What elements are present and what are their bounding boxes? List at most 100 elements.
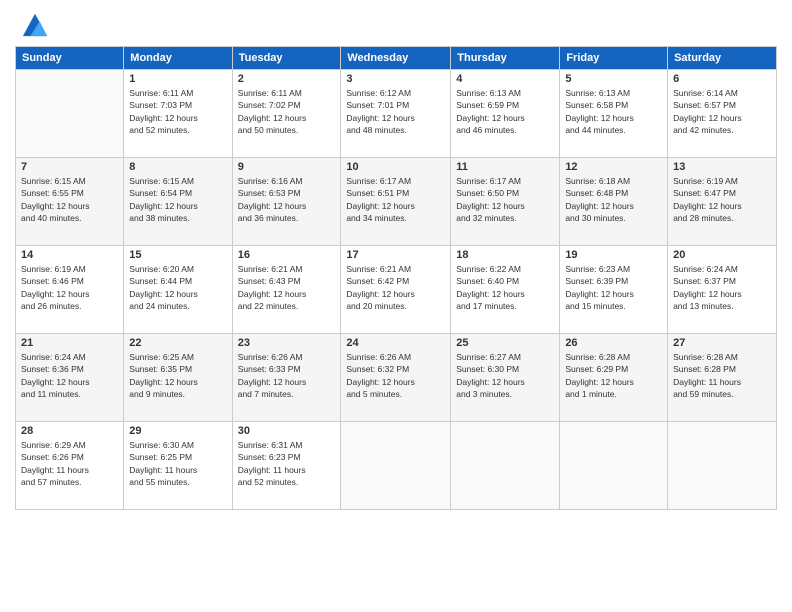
- calendar-cell: 2 Sunrise: 6:11 AMSunset: 7:02 PMDaylight…: [232, 70, 341, 158]
- col-header-thursday: Thursday: [451, 47, 560, 70]
- calendar-week-4: 21 Sunrise: 6:24 AMSunset: 6:36 PMDayligh…: [16, 334, 777, 422]
- day-number: 14: [21, 249, 118, 261]
- day-number: 12: [565, 161, 662, 173]
- calendar-cell: 26 Sunrise: 6:28 AMSunset: 6:29 PMDayligh…: [560, 334, 668, 422]
- day-info: Sunrise: 6:22 AMSunset: 6:40 PMDaylight:…: [456, 263, 554, 312]
- calendar-cell: 6 Sunrise: 6:14 AMSunset: 6:57 PMDaylight…: [668, 70, 777, 158]
- calendar-cell: [341, 422, 451, 510]
- calendar-cell: 15 Sunrise: 6:20 AMSunset: 6:44 PMDayligh…: [124, 246, 232, 334]
- day-number: 29: [129, 425, 226, 437]
- day-number: 7: [21, 161, 118, 173]
- day-info: Sunrise: 6:17 AMSunset: 6:50 PMDaylight:…: [456, 175, 554, 224]
- day-info: Sunrise: 6:30 AMSunset: 6:25 PMDaylight:…: [129, 439, 226, 488]
- day-info: Sunrise: 6:11 AMSunset: 7:03 PMDaylight:…: [129, 87, 226, 136]
- page: SundayMondayTuesdayWednesdayThursdayFrid…: [0, 0, 792, 612]
- day-number: 23: [238, 337, 336, 349]
- day-info: Sunrise: 6:15 AMSunset: 6:54 PMDaylight:…: [129, 175, 226, 224]
- logo-icon: [21, 10, 49, 38]
- day-info: Sunrise: 6:19 AMSunset: 6:46 PMDaylight:…: [21, 263, 118, 312]
- calendar-cell: 13Sunrise: 6:19 AMSunset: 6:47 PMDayligh…: [668, 158, 777, 246]
- calendar-week-5: 28 Sunrise: 6:29 AMSunset: 6:26 PMDayligh…: [16, 422, 777, 510]
- day-info: Sunrise: 6:25 AMSunset: 6:35 PMDaylight:…: [129, 351, 226, 400]
- calendar-cell: 29 Sunrise: 6:30 AMSunset: 6:25 PMDayligh…: [124, 422, 232, 510]
- day-info: Sunrise: 6:18 AMSunset: 6:48 PMDaylight:…: [565, 175, 662, 224]
- day-info: Sunrise: 6:15 AMSunset: 6:55 PMDaylight:…: [21, 175, 118, 224]
- col-header-wednesday: Wednesday: [341, 47, 451, 70]
- calendar-cell: 1 Sunrise: 6:11 AMSunset: 7:03 PMDaylight…: [124, 70, 232, 158]
- day-number: 11: [456, 161, 554, 173]
- day-number: 15: [129, 249, 226, 261]
- day-info: Sunrise: 6:13 AMSunset: 6:59 PMDaylight:…: [456, 87, 554, 136]
- calendar-cell: 23 Sunrise: 6:26 AMSunset: 6:33 PMDayligh…: [232, 334, 341, 422]
- day-info: Sunrise: 6:20 AMSunset: 6:44 PMDaylight:…: [129, 263, 226, 312]
- calendar-cell: 19Sunrise: 6:23 AMSunset: 6:39 PMDayligh…: [560, 246, 668, 334]
- calendar-cell: 30 Sunrise: 6:31 AMSunset: 6:23 PMDayligh…: [232, 422, 341, 510]
- day-info: Sunrise: 6:31 AMSunset: 6:23 PMDaylight:…: [238, 439, 336, 488]
- calendar-cell: 17 Sunrise: 6:21 AMSunset: 6:42 PMDayligh…: [341, 246, 451, 334]
- col-header-sunday: Sunday: [16, 47, 124, 70]
- day-info: Sunrise: 6:11 AMSunset: 7:02 PMDaylight:…: [238, 87, 336, 136]
- day-number: 30: [238, 425, 336, 437]
- calendar-cell: 9Sunrise: 6:16 AMSunset: 6:53 PMDaylight…: [232, 158, 341, 246]
- calendar-cell: 3Sunrise: 6:12 AMSunset: 7:01 PMDaylight…: [341, 70, 451, 158]
- day-info: Sunrise: 6:24 AMSunset: 6:36 PMDaylight:…: [21, 351, 118, 400]
- day-number: 9: [238, 161, 336, 173]
- day-number: 28: [21, 425, 118, 437]
- day-info: Sunrise: 6:28 AMSunset: 6:29 PMDaylight:…: [565, 351, 662, 400]
- day-number: 6: [673, 73, 771, 85]
- col-header-monday: Monday: [124, 47, 232, 70]
- day-info: Sunrise: 6:13 AMSunset: 6:58 PMDaylight:…: [565, 87, 662, 136]
- day-info: Sunrise: 6:14 AMSunset: 6:57 PMDaylight:…: [673, 87, 771, 136]
- calendar-cell: 21 Sunrise: 6:24 AMSunset: 6:36 PMDayligh…: [16, 334, 124, 422]
- calendar-cell: 27Sunrise: 6:28 AMSunset: 6:28 PMDayligh…: [668, 334, 777, 422]
- calendar-cell: 12 Sunrise: 6:18 AMSunset: 6:48 PMDayligh…: [560, 158, 668, 246]
- day-number: 5: [565, 73, 662, 85]
- calendar-cell: 5 Sunrise: 6:13 AMSunset: 6:58 PMDaylight…: [560, 70, 668, 158]
- day-number: 25: [456, 337, 554, 349]
- day-info: Sunrise: 6:29 AMSunset: 6:26 PMDaylight:…: [21, 439, 118, 488]
- calendar-cell: 20 Sunrise: 6:24 AMSunset: 6:37 PMDayligh…: [668, 246, 777, 334]
- day-number: 2: [238, 73, 336, 85]
- day-info: Sunrise: 6:17 AMSunset: 6:51 PMDaylight:…: [346, 175, 445, 224]
- day-number: 24: [346, 337, 445, 349]
- logo: [15, 10, 49, 38]
- calendar-cell: 16 Sunrise: 6:21 AMSunset: 6:43 PMDayligh…: [232, 246, 341, 334]
- col-header-friday: Friday: [560, 47, 668, 70]
- day-number: 20: [673, 249, 771, 261]
- day-number: 26: [565, 337, 662, 349]
- day-info: Sunrise: 6:26 AMSunset: 6:33 PMDaylight:…: [238, 351, 336, 400]
- day-number: 17: [346, 249, 445, 261]
- day-info: Sunrise: 6:19 AMSunset: 6:47 PMDaylight:…: [673, 175, 771, 224]
- day-number: 16: [238, 249, 336, 261]
- calendar-table: SundayMondayTuesdayWednesdayThursdayFrid…: [15, 46, 777, 510]
- day-number: 21: [21, 337, 118, 349]
- calendar-cell: 24Sunrise: 6:26 AMSunset: 6:32 PMDayligh…: [341, 334, 451, 422]
- day-number: 22: [129, 337, 226, 349]
- calendar-header-row: SundayMondayTuesdayWednesdayThursdayFrid…: [16, 47, 777, 70]
- calendar-cell: 8Sunrise: 6:15 AMSunset: 6:54 PMDaylight…: [124, 158, 232, 246]
- calendar-week-2: 7 Sunrise: 6:15 AMSunset: 6:55 PMDaylight…: [16, 158, 777, 246]
- day-number: 10: [346, 161, 445, 173]
- day-number: 4: [456, 73, 554, 85]
- calendar-cell: 4 Sunrise: 6:13 AMSunset: 6:59 PMDaylight…: [451, 70, 560, 158]
- calendar-cell: 11 Sunrise: 6:17 AMSunset: 6:50 PMDayligh…: [451, 158, 560, 246]
- day-number: 3: [346, 73, 445, 85]
- calendar-cell: 10 Sunrise: 6:17 AMSunset: 6:51 PMDayligh…: [341, 158, 451, 246]
- calendar-cell: [16, 70, 124, 158]
- day-info: Sunrise: 6:23 AMSunset: 6:39 PMDaylight:…: [565, 263, 662, 312]
- day-info: Sunrise: 6:21 AMSunset: 6:42 PMDaylight:…: [346, 263, 445, 312]
- col-header-saturday: Saturday: [668, 47, 777, 70]
- calendar-cell: [560, 422, 668, 510]
- calendar-cell: 25 Sunrise: 6:27 AMSunset: 6:30 PMDayligh…: [451, 334, 560, 422]
- calendar-cell: 18Sunrise: 6:22 AMSunset: 6:40 PMDayligh…: [451, 246, 560, 334]
- day-info: Sunrise: 6:24 AMSunset: 6:37 PMDaylight:…: [673, 263, 771, 312]
- calendar-week-3: 14 Sunrise: 6:19 AMSunset: 6:46 PMDayligh…: [16, 246, 777, 334]
- calendar-cell: [668, 422, 777, 510]
- header: [15, 10, 777, 38]
- calendar-cell: 22 Sunrise: 6:25 AMSunset: 6:35 PMDayligh…: [124, 334, 232, 422]
- day-info: Sunrise: 6:27 AMSunset: 6:30 PMDaylight:…: [456, 351, 554, 400]
- day-info: Sunrise: 6:28 AMSunset: 6:28 PMDaylight:…: [673, 351, 771, 400]
- day-info: Sunrise: 6:21 AMSunset: 6:43 PMDaylight:…: [238, 263, 336, 312]
- calendar-cell: 7 Sunrise: 6:15 AMSunset: 6:55 PMDaylight…: [16, 158, 124, 246]
- day-number: 1: [129, 73, 226, 85]
